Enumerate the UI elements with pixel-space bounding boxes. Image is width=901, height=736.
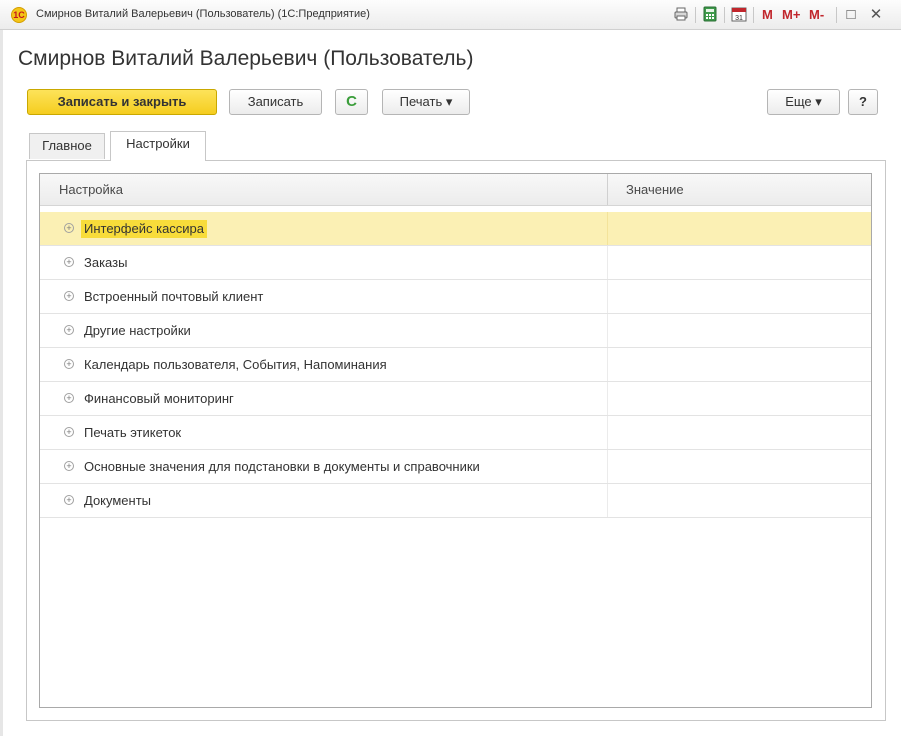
- window-title: Смирнов Виталий Валерьевич (Пользователь…: [36, 8, 370, 20]
- help-button[interactable]: ?: [848, 89, 878, 115]
- table-row[interactable]: + Основные значения для подстановки в до…: [40, 450, 871, 484]
- tab-settings[interactable]: Настройки: [110, 131, 206, 161]
- window-titlebar: 1С Смирнов Виталий Валерьевич (Пользоват…: [0, 0, 901, 30]
- table-row[interactable]: + Документы: [40, 484, 871, 518]
- cell-divider: [607, 382, 608, 415]
- printer-icon[interactable]: [673, 6, 689, 23]
- row-label: Календарь пользователя, События, Напомин…: [84, 357, 387, 372]
- memory-m-button[interactable]: M: [762, 6, 773, 23]
- row-label: Печать этикеток: [84, 425, 182, 440]
- row-label: Интерфейс кассира: [81, 220, 208, 238]
- expand-icon[interactable]: +: [64, 257, 74, 267]
- refresh-icon: C: [346, 93, 357, 110]
- column-divider: [607, 174, 608, 205]
- table-header: Настройка Значение: [40, 174, 871, 206]
- more-button[interactable]: Еще ▾: [767, 89, 840, 115]
- save-and-close-button[interactable]: Записать и закрыть: [27, 89, 217, 115]
- toolbar-separator: [836, 7, 837, 23]
- table-row[interactable]: + Финансовый мониторинг: [40, 382, 871, 416]
- window-border: [0, 30, 3, 736]
- cell-divider: [607, 416, 608, 449]
- row-label: Основные значения для подстановки в доку…: [84, 459, 480, 474]
- row-label: Другие настройки: [84, 323, 191, 338]
- svg-text:31: 31: [735, 15, 743, 22]
- expand-icon[interactable]: +: [64, 495, 74, 505]
- cell-divider: [607, 484, 608, 517]
- expand-icon[interactable]: +: [64, 291, 74, 301]
- refresh-button[interactable]: C: [335, 89, 368, 115]
- app-logo-icon: 1С: [11, 7, 27, 23]
- toolbar-separator: [695, 7, 696, 23]
- expand-icon[interactable]: +: [64, 325, 74, 335]
- toolbar-separator: [753, 7, 754, 23]
- close-icon[interactable]: ✕: [868, 6, 884, 23]
- save-button[interactable]: Записать: [229, 89, 322, 115]
- cell-divider: [607, 212, 608, 245]
- row-label: Заказы: [84, 255, 128, 270]
- cell-divider: [607, 314, 608, 347]
- table-row[interactable]: + Заказы: [40, 246, 871, 280]
- cell-divider: [607, 280, 608, 313]
- expand-icon[interactable]: +: [64, 223, 74, 233]
- tab-main[interactable]: Главное: [29, 133, 105, 159]
- expand-icon[interactable]: +: [64, 461, 74, 471]
- cell-divider: [607, 348, 608, 381]
- table-row[interactable]: + Календарь пользователя, События, Напом…: [40, 348, 871, 382]
- row-label: Документы: [84, 493, 152, 508]
- expand-icon[interactable]: +: [64, 393, 74, 403]
- table-row[interactable]: + Другие настройки: [40, 314, 871, 348]
- row-label: Встроенный почтовый клиент: [84, 289, 264, 304]
- column-header-setting[interactable]: Настройка: [59, 174, 123, 205]
- expand-icon[interactable]: +: [64, 359, 74, 369]
- row-label: Финансовый мониторинг: [84, 391, 234, 406]
- column-header-value[interactable]: Значение: [626, 174, 684, 205]
- table-row[interactable]: + Интерфейс кассира: [40, 212, 871, 246]
- page-title: Смирнов Виталий Валерьевич (Пользователь…: [18, 47, 474, 70]
- cell-divider: [607, 450, 608, 483]
- toolbar-separator: [724, 7, 725, 23]
- settings-table: Настройка Значение + Интерфейс кассира +…: [39, 173, 872, 708]
- calculator-icon[interactable]: [702, 6, 718, 23]
- table-row[interactable]: + Печать этикеток: [40, 416, 871, 450]
- maximize-icon[interactable]: □: [843, 6, 859, 23]
- expand-icon[interactable]: +: [64, 427, 74, 437]
- memory-m-minus-button[interactable]: M-: [809, 6, 824, 23]
- cell-divider: [607, 246, 608, 279]
- print-button[interactable]: Печать ▾: [382, 89, 470, 115]
- calendar-icon[interactable]: 31: [731, 6, 747, 23]
- table-row[interactable]: + Встроенный почтовый клиент: [40, 280, 871, 314]
- memory-m-plus-button[interactable]: M+: [782, 6, 800, 23]
